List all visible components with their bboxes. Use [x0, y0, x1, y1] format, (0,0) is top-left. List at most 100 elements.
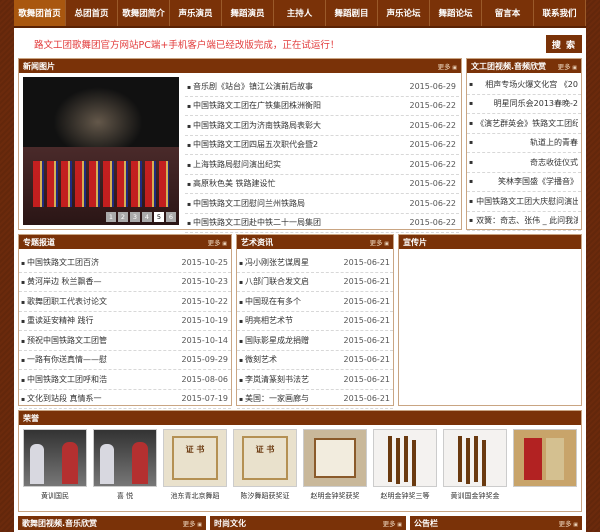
honor-caption[interactable]: 赵明金钟奖获奖	[311, 491, 360, 501]
slider-page-button[interactable]: 4	[142, 212, 152, 222]
list-item[interactable]: 中国现在有多个 2015-06-21	[237, 292, 393, 312]
honor-caption[interactable]: 赵明金钟奖三等	[381, 491, 430, 501]
item-title[interactable]: 高原秋色美 铁路建设忙	[187, 178, 276, 189]
honor-caption[interactable]: 喜 悦	[117, 491, 133, 501]
video-item-title[interactable]: 奇志收徒仪式	[530, 157, 578, 168]
list-item[interactable]: 上海铁路局慰问演出纪实 2015-06-22	[185, 155, 459, 175]
video-item[interactable]: 明星同乐会2013春晚-2	[467, 95, 581, 114]
list-item[interactable]: 中国铁路文工团在广铁集团株洲衡阳 2015-06-22	[185, 97, 459, 116]
video-item-title[interactable]: 双簧：奇志、张伟 _ 此问我演	[476, 215, 578, 226]
slider-page-button[interactable]: 2	[118, 212, 128, 222]
honor-caption[interactable]: 黄训国金钟奖金	[451, 491, 500, 501]
video-item-title[interactable]: 相声专场火爆文化宫 《20	[485, 79, 578, 90]
list-item[interactable]: 中国铁路文工团呼和浩 2015-08-06	[19, 370, 231, 390]
list-item[interactable]: 中国铁路文工团为济南铁路局表彰大 2015-06-22	[185, 116, 459, 136]
list-item[interactable]: 一路有你送真情——慰 2015-09-29	[19, 351, 231, 370]
honor-image[interactable]	[23, 429, 87, 487]
nav-item[interactable]: 总团首页	[66, 0, 118, 26]
video-more-link[interactable]: 更多	[558, 61, 577, 71]
honor-caption[interactable]: 陈汐舞蹈获奖证	[241, 491, 290, 501]
item-title[interactable]: 中国铁路文工团为济南铁路局表彰大	[187, 120, 321, 131]
slider-page-button[interactable]: 1	[106, 212, 116, 222]
item-title[interactable]: 中国铁路文工团呼和浩	[21, 374, 107, 385]
bottom-more-2[interactable]: 更多	[383, 518, 402, 528]
item-title[interactable]: 明亮相艺术节	[239, 315, 293, 326]
nav-item[interactable]: 留言本	[482, 0, 534, 26]
item-title[interactable]: 中国现在有多个	[239, 296, 301, 307]
video-item-title[interactable]: 笑林李国盛《学播音》	[498, 176, 578, 187]
list-item[interactable]: 重读延安精神 践行 2015-10-19	[19, 312, 231, 331]
item-title[interactable]: 中国铁路文工团四届五次职代会暨2	[187, 139, 318, 150]
honor-image[interactable]	[303, 429, 367, 487]
video-item[interactable]: 轨道上的青春	[467, 134, 581, 153]
honor-item[interactable]: 赵明金钟奖三等	[373, 429, 437, 523]
item-title[interactable]: 上海铁路局慰问演出纪实	[187, 159, 281, 170]
video-item-title[interactable]: 明星同乐会2013春晚-2	[494, 98, 578, 109]
honor-image[interactable]	[93, 429, 157, 487]
honor-caption[interactable]: 黄训国民	[41, 491, 69, 501]
item-title[interactable]: 文化到站段 真情系一	[21, 393, 102, 404]
video-item[interactable]: 相声专场火爆文化宫 《20	[467, 75, 581, 95]
item-title[interactable]: 一路有你送真情——慰	[21, 354, 107, 365]
slider-page-button[interactable]: 5	[154, 212, 164, 222]
nav-item[interactable]: 歌舞团简介	[118, 0, 170, 26]
honor-item[interactable]: 黄训国民	[23, 429, 87, 523]
list-item[interactable]: 预祝中国铁路文工团管 2015-10-14	[19, 331, 231, 351]
honor-item[interactable]: 喜 悦	[93, 429, 157, 523]
honor-item[interactable]	[513, 429, 577, 523]
list-item[interactable]: 微刻艺术 2015-06-21	[237, 351, 393, 370]
nav-item[interactable]: 舞蹈演员	[222, 0, 274, 26]
list-item[interactable]: 中国铁路文工团百济 2015-10-25	[19, 253, 231, 273]
slider-page-button[interactable]: 3	[130, 212, 140, 222]
video-item-title[interactable]: 中国铁路文工团大庆慰问演出	[476, 196, 578, 207]
video-item[interactable]: 双簧：奇志、张伟 _ 此问我演	[467, 212, 581, 231]
art-more-link[interactable]: 更多	[370, 237, 389, 247]
item-title[interactable]: 八部门联合发文启	[239, 276, 309, 287]
list-item[interactable]: 黄河岸边 秋兰飘香— 2015-10-23	[19, 273, 231, 292]
item-title[interactable]: 重读延安精神 践行	[21, 315, 94, 326]
item-title[interactable]: 中国铁路文工团在广铁集团株洲衡阳	[187, 100, 321, 111]
nav-item[interactable]: 舞蹈剧目	[326, 0, 378, 26]
honor-image[interactable]	[443, 429, 507, 487]
list-item[interactable]: 八部门联合发文启 2015-06-21	[237, 273, 393, 292]
list-item[interactable]: 高原秋色美 铁路建设忙 2015-06-22	[185, 175, 459, 194]
nav-item[interactable]: 歌舞团首页	[14, 0, 66, 26]
honor-item[interactable]: 黄训国金钟奖金	[443, 429, 507, 523]
item-title[interactable]: 微刻艺术	[239, 354, 277, 365]
video-item[interactable]: 《演艺群英会》铁路文工团纪	[467, 114, 581, 134]
honor-image[interactable]	[373, 429, 437, 487]
list-item[interactable]: 中国铁路文工团慰问兰州铁路局 2015-06-22	[185, 194, 459, 214]
video-item[interactable]: 奇志收徒仪式	[467, 153, 581, 173]
bottom-more-3[interactable]: 更多	[559, 518, 578, 528]
item-title[interactable]: 音乐剧《站台》镇江公演前后故事	[187, 81, 313, 92]
item-title[interactable]: 中国铁路文工团赴中铁二十一局集团	[187, 217, 321, 228]
item-title[interactable]: 歌舞团职工代表讨论文	[21, 296, 107, 307]
item-title[interactable]: 中国铁路文工团百济	[21, 257, 99, 268]
item-title[interactable]: 中国铁路文工团慰问兰州铁路局	[187, 198, 305, 209]
slider-page-button[interactable]: 6	[166, 212, 176, 222]
list-item[interactable]: 国际影星成龙捐赠 2015-06-21	[237, 331, 393, 351]
item-title[interactable]: 国际影星成龙捐赠	[239, 335, 309, 346]
honor-image[interactable]	[513, 429, 577, 487]
honor-image[interactable]	[233, 429, 297, 487]
item-title[interactable]: 冯小刚张艺谋周星	[239, 257, 309, 268]
item-title[interactable]: 美国：一家画廊与	[239, 393, 309, 404]
list-item[interactable]: 明亮相艺术节 2015-06-21	[237, 312, 393, 331]
honor-image[interactable]	[163, 429, 227, 487]
search-button[interactable]: 搜 索	[546, 35, 582, 53]
list-item[interactable]: 音乐剧《站台》镇江公演前后故事 2015-06-29	[185, 77, 459, 97]
honor-item[interactable]: 池东青北京舞蹈	[163, 429, 227, 523]
item-title[interactable]: 李岚清篆刻书法艺	[239, 374, 309, 385]
item-title[interactable]: 黄河岸边 秋兰飘香—	[21, 276, 102, 287]
list-item[interactable]: 文化到站段 真情系一 2015-07-19	[19, 390, 231, 409]
list-item[interactable]: 中国铁路文工团四届五次职代会暨2 2015-06-22	[185, 136, 459, 155]
nav-item[interactable]: 声乐演员	[170, 0, 222, 26]
list-item[interactable]: 冯小刚张艺谋周星 2015-06-21	[237, 253, 393, 273]
special-more-link[interactable]: 更多	[208, 237, 227, 247]
honor-item[interactable]: 赵明金钟奖获奖	[303, 429, 367, 523]
video-item[interactable]: 中国铁路文工团大庆慰问演出	[467, 192, 581, 212]
list-item[interactable]: 中国铁路文工团赴中铁二十一局集团 2015-06-22	[185, 214, 459, 233]
video-item-title[interactable]: 轨道上的青春	[530, 137, 578, 148]
nav-item[interactable]: 联系我们	[534, 0, 586, 26]
nav-item[interactable]: 声乐论坛	[378, 0, 430, 26]
